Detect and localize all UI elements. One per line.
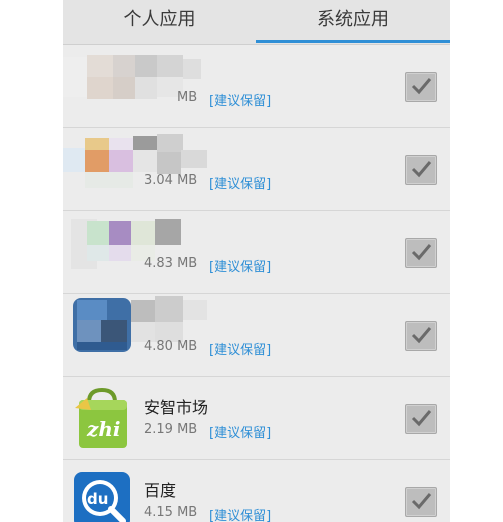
select-checkbox[interactable] — [405, 155, 437, 185]
keep-suggestion-tag: [建议保留] — [209, 177, 272, 192]
checkmark-icon — [411, 78, 432, 95]
app-row[interactable]: du 百度 4.15 MB [建议保留] — [63, 460, 450, 522]
keep-suggestion-tag: [建议保留] — [209, 426, 272, 441]
app-manager-screen: 个人应用 系统应用 MB [建议保留] 3.04 MB [建议保留] 4.83 … — [63, 0, 450, 522]
app-size: 2.19 MB — [144, 422, 198, 437]
app-row[interactable]: MB [建议保留] — [63, 45, 450, 128]
app-row[interactable]: 4.80 MB [建议保留] — [63, 294, 450, 377]
checkmark-icon — [411, 244, 432, 261]
app-row[interactable]: 4.83 MB [建议保留] — [63, 211, 450, 294]
select-checkbox[interactable] — [405, 72, 437, 102]
tab-bar: 个人应用 系统应用 — [63, 0, 450, 45]
checkmark-icon — [411, 327, 432, 344]
app-size: MB — [177, 90, 198, 105]
app-size: 4.15 MB — [144, 505, 198, 520]
app-row[interactable]: 3.04 MB [建议保留] — [63, 128, 450, 211]
select-checkbox[interactable] — [405, 238, 437, 268]
anzhi-market-icon: zhi — [73, 387, 131, 448]
keep-suggestion-tag: [建议保留] — [209, 260, 272, 275]
checkmark-icon — [411, 161, 432, 178]
svg-text:du: du — [87, 490, 108, 508]
app-size: 4.80 MB — [144, 339, 198, 354]
keep-suggestion-tag: [建议保留] — [209, 509, 272, 522]
checkmark-icon — [411, 410, 432, 427]
app-name: 安智市场 — [144, 398, 209, 417]
keep-suggestion-tag: [建议保留] — [209, 94, 272, 109]
select-checkbox[interactable] — [405, 321, 437, 351]
tab-personal-apps[interactable]: 个人应用 — [63, 0, 256, 44]
keep-suggestion-tag: [建议保留] — [209, 343, 272, 358]
select-checkbox[interactable] — [405, 487, 437, 517]
app-size: 4.83 MB — [144, 256, 198, 271]
tab-system-apps[interactable]: 系统应用 — [256, 0, 450, 44]
app-size: 3.04 MB — [144, 173, 198, 188]
active-tab-indicator — [256, 40, 450, 43]
checkmark-icon — [411, 493, 432, 510]
select-checkbox[interactable] — [405, 404, 437, 434]
pixelated-icon — [63, 294, 223, 364]
baidu-icon: du — [73, 471, 131, 522]
app-name: 百度 — [144, 481, 177, 500]
svg-text:zhi: zhi — [86, 417, 121, 441]
app-row[interactable]: zhi 安智市场 2.19 MB [建议保留] — [63, 377, 450, 460]
